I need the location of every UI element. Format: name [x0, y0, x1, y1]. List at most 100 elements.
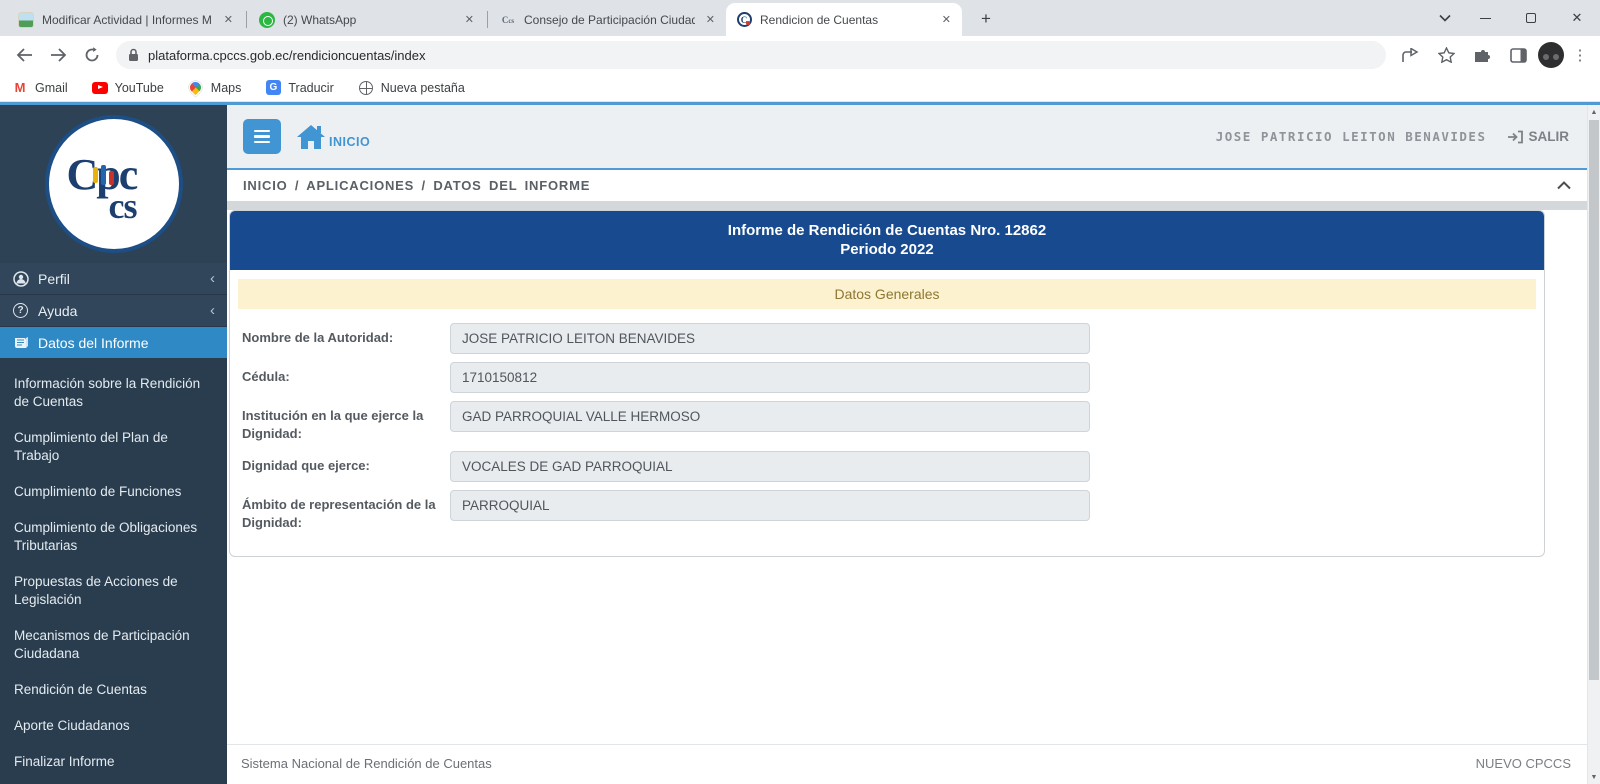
bookmark-label: Gmail: [35, 81, 68, 95]
sidebar: Cpccs Perfil ‹ ? Ayuda ‹ Datos del Infor…: [0, 105, 227, 784]
logout-label: SALIR: [1529, 129, 1570, 144]
bookmark-youtube[interactable]: YouTube: [92, 80, 164, 96]
new-tab-button[interactable]: +: [972, 5, 1000, 33]
field-input-institucion[interactable]: [450, 401, 1090, 432]
tab-consejo-participacion[interactable]: Ccs Consejo de Participación Ciudada ✕: [490, 3, 726, 36]
sidebar-item-cumplimiento-plan-trabajo[interactable]: Cumplimiento del Plan de Trabajo: [0, 420, 227, 474]
window-close-button[interactable]: ✕: [1554, 0, 1600, 36]
home-link[interactable]: INICIO: [295, 123, 370, 151]
tab-whatsapp[interactable]: (2) WhatsApp ✕: [249, 3, 485, 36]
scroll-down-icon[interactable]: ▼: [1591, 770, 1598, 784]
sidebar-item-mecanismos-participacion[interactable]: Mecanismos de Participación Ciudadana: [0, 618, 227, 672]
page-body: Cpccs Perfil ‹ ? Ayuda ‹ Datos del Infor…: [0, 102, 1600, 784]
form-row: Institución en la que ejerce la Dignidad…: [242, 401, 1544, 443]
sidebar-item-obligaciones-tributarias[interactable]: Cumplimiento de Obligaciones Tributarias: [0, 510, 227, 564]
sign-out-icon: [1507, 130, 1524, 144]
field-input-dignidad[interactable]: [450, 451, 1090, 482]
user-icon: [12, 270, 29, 287]
report-card: Informe de Rendición de Cuentas Nro. 128…: [229, 210, 1545, 557]
sidebar-item-cumplimiento-funciones[interactable]: Cumplimiento de Funciones: [0, 474, 227, 510]
book-icon: [12, 334, 29, 351]
scrollbar-track[interactable]: [1588, 119, 1600, 770]
collapse-chevron-up-icon[interactable]: [1557, 181, 1571, 190]
cpccs-logo-favicon: C: [736, 12, 752, 28]
report-title: Informe de Rendición de Cuentas Nro. 128…: [230, 221, 1544, 240]
tab-close-icon[interactable]: ✕: [221, 12, 236, 27]
page-footer: Sistema Nacional de Rendición de Cuentas…: [227, 744, 1587, 784]
field-label-nombre-autoridad: Nombre de la Autoridad:: [242, 323, 450, 347]
profile-avatar[interactable]: [1538, 42, 1564, 68]
sidebar-item-perfil[interactable]: Perfil ‹: [0, 263, 227, 295]
scrollbar-thumb[interactable]: [1589, 120, 1599, 680]
field-input-ambito[interactable]: [450, 490, 1090, 521]
address-bar[interactable]: plataforma.cpccs.gob.ec/rendicioncuentas…: [116, 41, 1386, 69]
hamburger-menu-button[interactable]: [243, 119, 281, 154]
sidebar-item-label: Ayuda: [38, 303, 77, 319]
tab-close-icon[interactable]: ✕: [939, 12, 954, 27]
field-input-nombre-autoridad[interactable]: [450, 323, 1090, 354]
header-right: JOSE PATRICIO LEITON BENAVIDES SALIR: [1216, 129, 1569, 144]
logout-button[interactable]: SALIR: [1507, 129, 1570, 144]
bookmark-traducir[interactable]: G Traducir: [265, 80, 333, 96]
bookmark-label: Maps: [211, 81, 242, 95]
window-controls: ✕: [1428, 0, 1600, 36]
maximize-button[interactable]: [1508, 0, 1554, 36]
sidebar-item-informacion-rendicion[interactable]: Información sobre la Rendición de Cuenta…: [0, 366, 227, 420]
sidebar-item-finalizar-informe[interactable]: Finalizar Informe: [0, 744, 227, 780]
side-panel-icon[interactable]: [1502, 39, 1534, 71]
youtube-icon: [92, 80, 108, 96]
tab-close-icon[interactable]: ✕: [462, 12, 477, 27]
sidebar-item-rendicion-de-cuentas[interactable]: Rendición de Cuentas: [0, 672, 227, 708]
share-icon[interactable]: [1394, 39, 1426, 71]
sidebar-item-label: Perfil: [38, 271, 70, 287]
bookmark-label: YouTube: [115, 81, 164, 95]
bookmark-star-icon[interactable]: [1430, 39, 1462, 71]
forward-icon[interactable]: [42, 39, 74, 71]
toolbar-right-icons: ⋮: [1394, 39, 1592, 71]
cpccs-logo-circle: Cpccs: [45, 115, 183, 253]
tab-title: (2) WhatsApp: [283, 13, 454, 27]
scroll-up-icon[interactable]: ▲: [1591, 105, 1598, 119]
field-input-cedula[interactable]: [450, 362, 1090, 393]
reload-icon[interactable]: [76, 39, 108, 71]
browser-toolbar: plataforma.cpccs.gob.ec/rendicioncuentas…: [0, 36, 1600, 74]
field-label-cedula: Cédula:: [242, 362, 450, 386]
tab-separator: [487, 11, 488, 28]
bookmark-maps[interactable]: Maps: [188, 80, 242, 96]
bookmark-label: Nueva pestaña: [381, 81, 465, 95]
chevron-left-icon: ‹: [210, 270, 215, 287]
sidebar-item-label: Datos del Informe: [38, 335, 149, 351]
app-header: INICIO JOSE PATRICIO LEITON BENAVIDES SA…: [227, 105, 1587, 170]
form-row: Cédula:: [242, 362, 1544, 393]
tab-title: Modificar Actividad | Informes M: [42, 13, 213, 27]
maps-icon: [188, 80, 204, 96]
content-gap-strip: [227, 201, 1587, 210]
url-text: plataforma.cpccs.gob.ec/rendicioncuentas…: [148, 48, 426, 63]
section-title: Datos Generales: [238, 279, 1536, 309]
sidebar-item-ayuda[interactable]: ? Ayuda ‹: [0, 295, 227, 327]
sidebar-item-datos-del-informe[interactable]: Datos del Informe: [0, 327, 227, 358]
form-row: Nombre de la Autoridad:: [242, 323, 1544, 354]
page-scrollbar[interactable]: ▲ ▼: [1587, 105, 1600, 784]
tab-search-chevron-icon[interactable]: [1428, 0, 1462, 36]
gmail-icon: M: [12, 80, 28, 96]
tab-modificar-actividad[interactable]: Modificar Actividad | Informes M ✕: [8, 3, 244, 36]
bookmark-label: Traducir: [288, 81, 333, 95]
minimize-button[interactable]: [1462, 0, 1508, 36]
report-period: Periodo 2022: [230, 240, 1544, 259]
bookmark-nueva-pestana[interactable]: Nueva pestaña: [358, 80, 465, 96]
cpccs-text-favicon: Ccs: [500, 12, 516, 28]
extensions-icon[interactable]: [1466, 39, 1498, 71]
sidebar-item-aporte-ciudadanos[interactable]: Aporte Ciudadanos: [0, 708, 227, 744]
tab-title: Consejo de Participación Ciudada: [524, 13, 695, 27]
form-row: Ámbito de representación de la Dignidad:: [242, 490, 1544, 532]
browser-menu-icon[interactable]: ⋮: [1568, 46, 1592, 64]
back-icon[interactable]: [8, 39, 40, 71]
bookmark-gmail[interactable]: M Gmail: [12, 80, 68, 96]
landscape-favicon: [18, 12, 34, 28]
content-area: Informe de Rendición de Cuentas Nro. 128…: [227, 210, 1587, 744]
sidebar-item-propuestas-legislacion[interactable]: Propuestas de Acciones de Legislación: [0, 564, 227, 618]
tab-rendicion-cuentas-active[interactable]: C Rendicion de Cuentas ✕: [726, 3, 962, 36]
footer-brand: NUEVO CPCCS: [1476, 756, 1571, 771]
tab-close-icon[interactable]: ✕: [703, 12, 718, 27]
